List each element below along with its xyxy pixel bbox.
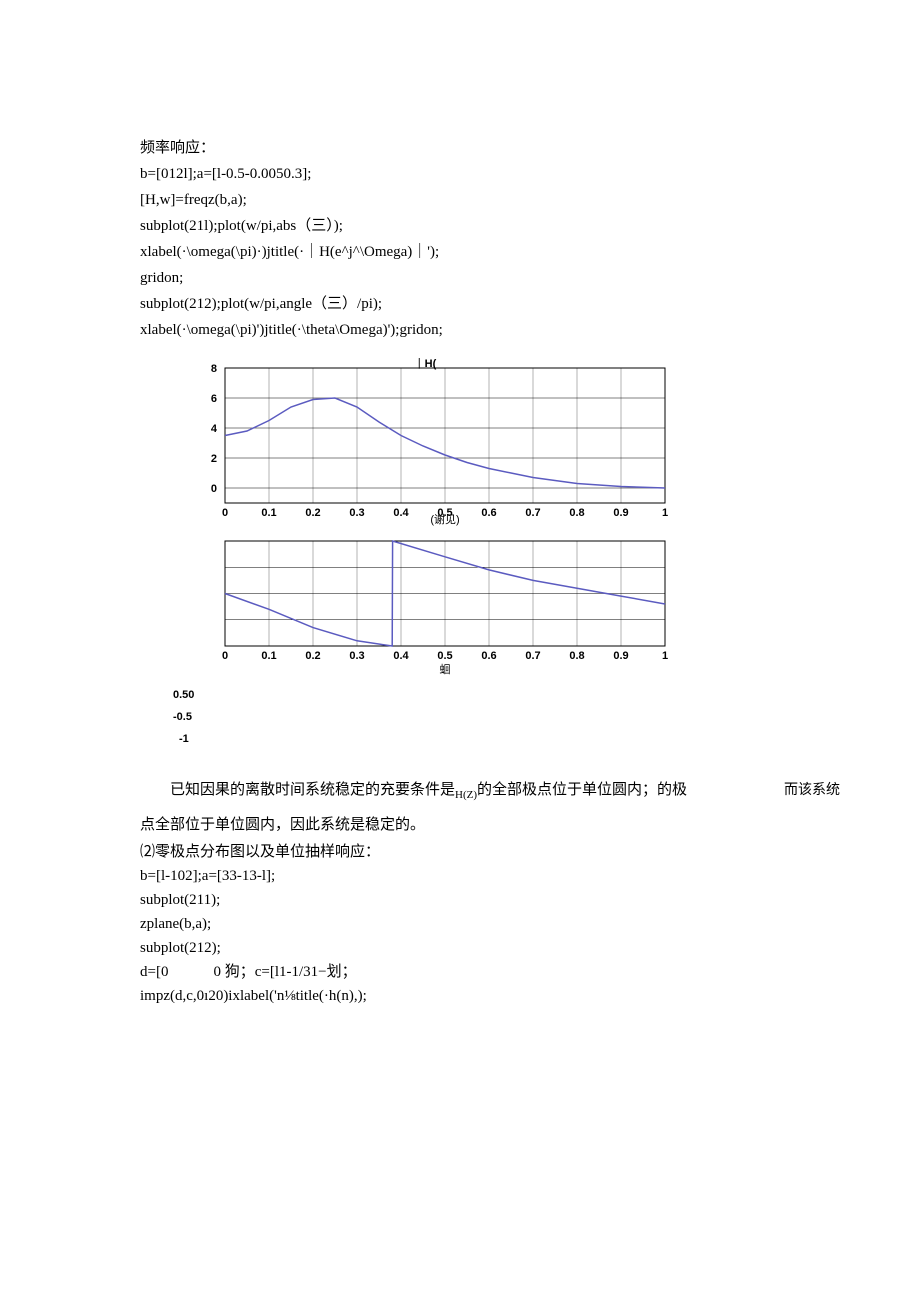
svg-text:0.7: 0.7 <box>525 507 540 519</box>
svg-text:0.2: 0.2 <box>305 507 320 519</box>
svg-text:0.1: 0.1 <box>261 650 276 662</box>
svg-text:0: 0 <box>211 483 217 495</box>
svg-text:0.5: 0.5 <box>437 650 452 662</box>
svg-text:0.9: 0.9 <box>613 650 628 662</box>
code-line: d=[0 0 狗；c=[l1-1/31−划； <box>140 960 840 984</box>
svg-text:0.6: 0.6 <box>481 507 496 519</box>
code-line: b=[l-102];a=[33-13-l]; <box>140 864 840 888</box>
svg-text:0.6: 0.6 <box>481 650 496 662</box>
analysis-text: 点全部位于单位圆内，因此系统是稳定的。 <box>140 810 840 840</box>
code-line: subplot(211); <box>140 888 840 912</box>
code-line: subplot(212);plot(w/pi,angle（三）/pi); <box>140 291 840 317</box>
svg-text:0.8: 0.8 <box>569 650 584 662</box>
analysis-text: H(Z) <box>455 789 477 801</box>
code-line: gridon; <box>140 265 840 291</box>
code-line: ⑵零极点分布图以及单位抽样响应： <box>140 840 840 864</box>
svg-text:1: 1 <box>662 507 668 519</box>
chart-xlabel: (谢见) <box>430 512 459 526</box>
extra-y-labels: 0.50 -0.5 -1 <box>173 684 685 750</box>
chart-xlabel: 蛔 <box>440 663 451 676</box>
code-line: [H,w]=freqz(b,a); <box>140 187 840 213</box>
svg-text:0.1: 0.1 <box>261 507 276 519</box>
phase-chart: 0 0.1 0.2 0.3 0.4 0.5 0.6 0.7 0.8 0.9 1 蛔 <box>185 536 685 676</box>
svg-text:6: 6 <box>211 393 217 405</box>
chart-block: ｜H( 02468 00.10.20.30.40.50.60.70.80.91 … <box>185 358 685 750</box>
code-line: xlabel(·\omega(\pi)')jtitle(·\theta\Omeg… <box>140 317 840 343</box>
svg-text:0.4: 0.4 <box>393 507 409 519</box>
svg-text:0.9: 0.9 <box>613 507 628 519</box>
svg-text:0: 0 <box>222 650 228 662</box>
svg-text:4: 4 <box>211 423 218 435</box>
svg-text:1: 1 <box>662 650 668 662</box>
svg-text:8: 8 <box>211 363 217 375</box>
magnitude-chart: ｜H( 02468 00.10.20.30.40.50.60.70.80.91 … <box>185 358 685 528</box>
analysis-text: 的全部极点位于单位圆内；的极 <box>477 782 687 798</box>
analysis-text: 已知因果的离散时间系统稳定的充要条件是 <box>140 775 455 805</box>
svg-text:0.2: 0.2 <box>305 650 320 662</box>
svg-text:2: 2 <box>211 453 217 465</box>
y-label: 0.50 <box>173 684 685 706</box>
y-label: -1 <box>179 728 685 750</box>
svg-text:0.3: 0.3 <box>349 507 364 519</box>
code-line: xlabel(·\omega(\pi)·)jtitle(·｜H(e^j^\Ome… <box>140 239 840 265</box>
svg-text:0.4: 0.4 <box>393 650 409 662</box>
code-line: zplane(b,a); <box>140 912 840 936</box>
code-line: impz(d,c,0ı20)ixlabel('n⅛title(·h(n),); <box>140 984 840 1008</box>
svg-text:0.7: 0.7 <box>525 650 540 662</box>
analysis-text: 而该系统 <box>784 776 840 806</box>
y-label: -0.5 <box>173 706 685 728</box>
svg-text:0.3: 0.3 <box>349 650 364 662</box>
code-line: b=[012l];a=[l-0.5-0.0050.3]; <box>140 161 840 187</box>
code-line: subplot(212); <box>140 936 840 960</box>
code-line: subplot(21l);plot(w/pi,abs（三）); <box>140 213 840 239</box>
svg-text:0: 0 <box>222 507 228 519</box>
analysis-block: 已知因果的离散时间系统稳定的充要条件是H(Z)的全部极点位于单位圆内；的极 而该… <box>140 775 840 1008</box>
code-line: 频率响应： <box>140 135 840 161</box>
svg-text:0.8: 0.8 <box>569 507 584 519</box>
